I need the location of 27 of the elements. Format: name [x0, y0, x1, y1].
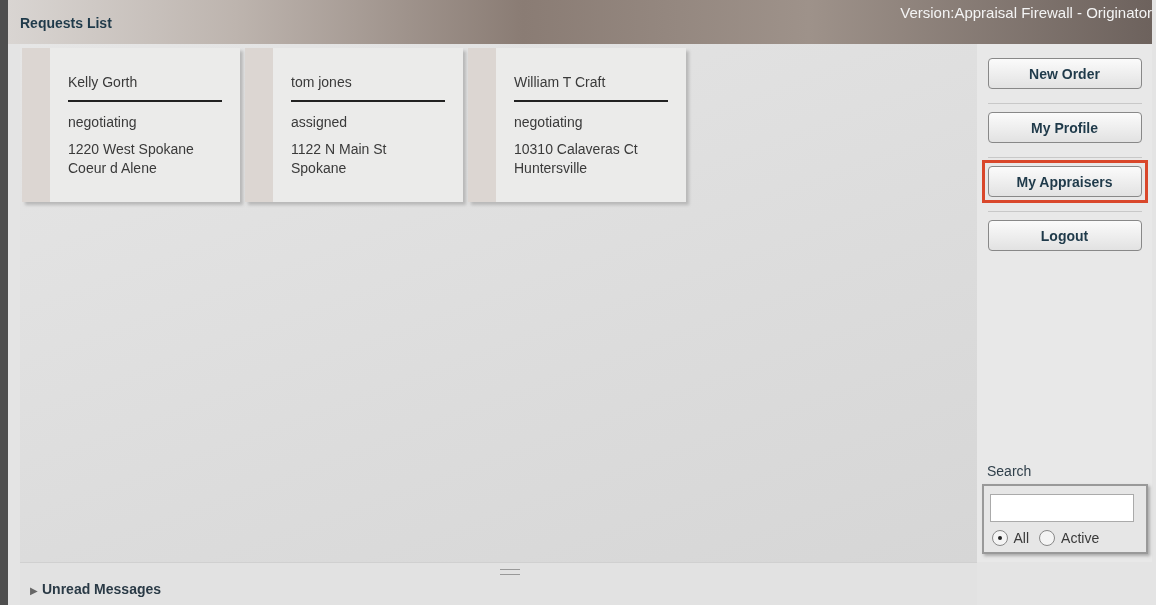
request-card[interactable]: William T Craft negotiating 10310 Calaveras Ct Huntersville: [468, 48, 686, 202]
client-name: Kelly Gorth: [68, 74, 222, 102]
version-label: Version:Appraisal Firewall - Originator: [900, 4, 1152, 21]
request-status: negotiating: [68, 114, 138, 130]
filter-radio[interactable]: All: [991, 530, 1030, 546]
request-status: assigned: [291, 114, 349, 130]
resize-handle[interactable]: [500, 569, 520, 575]
search-field[interactable]: [989, 494, 1134, 522]
client-name: William T Craft: [514, 74, 668, 102]
city-name: Coeur d Alene: [68, 159, 158, 178]
unread-messages-toggle[interactable]: ▶ Unread Messages: [30, 581, 162, 597]
request-status: negotiating: [514, 114, 584, 130]
search-label: Search: [987, 463, 1032, 479]
city-name: Huntersville: [514, 159, 589, 178]
request-card[interactable]: tom jones assigned 1122 N Main St Spokane: [245, 48, 463, 202]
sidebar-button[interactable]: My Appraisers: [987, 166, 1142, 197]
street-address: 10310 Calaveras Ct: [514, 140, 639, 159]
filter-radio[interactable]: Active: [1039, 530, 1100, 546]
request-card[interactable]: Kelly Gorth negotiating 1220 West Spokane Coeur d Alene: [22, 48, 240, 202]
sidebar-button[interactable]: New Order: [987, 58, 1142, 89]
street-address: 1122 N Main St: [291, 140, 388, 159]
client-name: tom jones: [291, 74, 445, 102]
street-address: 1220 West Spokane: [68, 140, 195, 159]
city-name: Spokane: [291, 159, 348, 178]
page-title: Requests List: [20, 15, 112, 31]
sidebar-button[interactable]: Logout: [987, 220, 1142, 251]
sidebar-button[interactable]: My Profile: [987, 112, 1142, 143]
